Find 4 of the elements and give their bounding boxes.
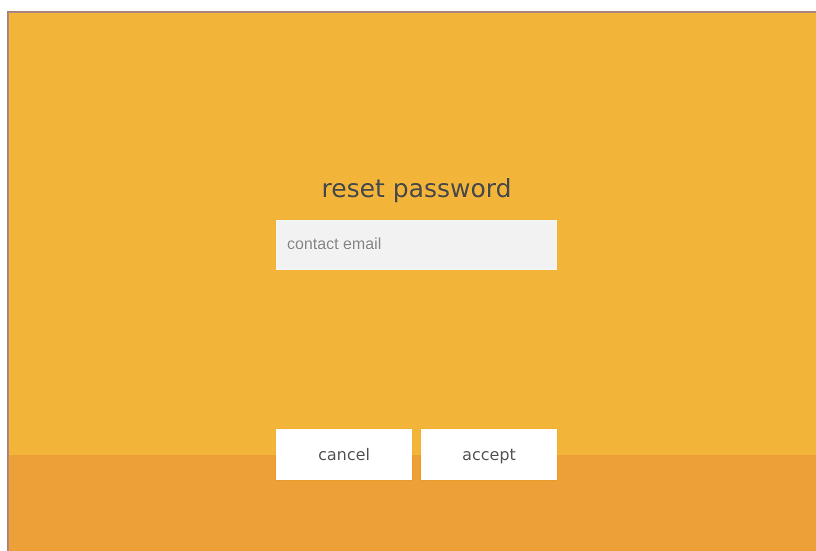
- cancel-button[interactable]: cancel: [276, 429, 412, 480]
- accept-button[interactable]: accept: [421, 429, 557, 480]
- form-title: reset password: [322, 173, 512, 205]
- email-field[interactable]: contact email: [276, 220, 557, 270]
